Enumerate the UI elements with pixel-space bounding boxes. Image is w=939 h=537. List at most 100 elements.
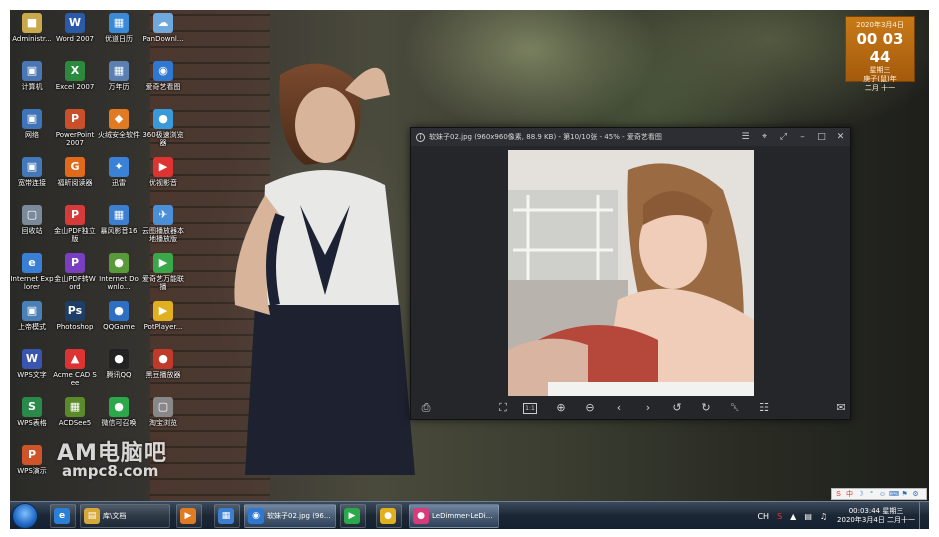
- desktop-icon[interactable]: P 金山PDF独立版: [53, 202, 97, 250]
- desktop-icon-label: 宽带连接: [18, 179, 46, 187]
- desktop-icon[interactable]: ◆ 火绒安全软件: [97, 106, 141, 154]
- desktop-icon[interactable]: W Word 2007: [53, 10, 97, 58]
- show-desktop-button[interactable]: [919, 502, 927, 529]
- thumbnails-icon[interactable]: ☷: [755, 399, 773, 417]
- desktop-icon-label: 金山PDF转Word: [54, 275, 96, 291]
- desktop-icon[interactable]: ● 360极速浏览器: [141, 106, 185, 154]
- app-icon: W: [22, 349, 42, 369]
- desktop-icon[interactable]: S WPS表格: [10, 394, 54, 442]
- app-icon: ▣: [22, 157, 42, 177]
- rotate-left-icon[interactable]: ↺: [668, 399, 686, 417]
- desktop-icon[interactable]: ▣ 网络: [10, 106, 54, 154]
- viewer-title: 软妹子02.jpg (960x960像素, 88.9 KB) - 第10/10张…: [429, 133, 662, 141]
- desktop-icon[interactable]: ▦ 万年历: [97, 58, 141, 106]
- taskbar-button[interactable]: e: [50, 504, 76, 528]
- desktop-icon-label: ACDSee5: [58, 419, 92, 427]
- rotate-right-icon[interactable]: ↻: [697, 399, 715, 417]
- zoom-in-icon[interactable]: ⊕: [552, 399, 570, 417]
- taskbar-button[interactable]: ●: [376, 504, 402, 528]
- desktop-icon[interactable]: ● Internet Downlo...: [97, 250, 141, 298]
- show-hidden-icons-icon[interactable]: ▲: [790, 512, 796, 521]
- desktop-icon[interactable]: ▣ 计算机: [10, 58, 54, 106]
- desktop-icon-label: Administr...: [12, 35, 52, 43]
- app-icon: ●: [109, 253, 129, 273]
- desktop-icon[interactable]: ▣ 上帝模式: [10, 298, 54, 346]
- settings-icon[interactable]: ⚙: [911, 490, 920, 499]
- ime-toolbar[interactable]: S 中 ☽ ° ☺ ⌨ ⚑ ⚙: [831, 488, 927, 500]
- desktop-icon[interactable]: ▶ PotPlayer...: [141, 298, 185, 346]
- desktop-icon[interactable]: W WPS文字: [10, 346, 54, 394]
- app-icon: Ps: [65, 301, 85, 321]
- wallpaper-figure: [234, 63, 415, 475]
- app-icon: ▣: [22, 109, 42, 129]
- taskbar-button[interactable]: ▦: [214, 504, 240, 528]
- network-icon[interactable]: ▤: [804, 512, 812, 521]
- sogou-logo-icon[interactable]: S: [834, 490, 843, 499]
- desktop-icon[interactable]: ☁ PanDownl...: [141, 10, 185, 58]
- start-button[interactable]: [12, 503, 38, 529]
- skin-icon[interactable]: ⚑: [900, 490, 909, 499]
- desktop-icon[interactable]: ◉ 爱奇艺看图: [141, 58, 185, 106]
- language-indicator[interactable]: CH: [757, 512, 769, 521]
- desktop-icon[interactable]: ● 腾讯QQ: [97, 346, 141, 394]
- ime-tray-icon[interactable]: S: [777, 512, 782, 521]
- desktop-icon[interactable]: ■ Administr...: [10, 10, 54, 58]
- close-icon[interactable]: ✕: [831, 128, 850, 146]
- moon-icon[interactable]: ☽: [856, 490, 865, 499]
- taskbar-button[interactable]: ▶: [176, 504, 202, 528]
- app-icon: G: [65, 157, 85, 177]
- crop-icon[interactable]: ⛶: [494, 399, 512, 417]
- print-icon[interactable]: ⎙: [417, 399, 435, 417]
- desktop-icon-label: Word 2007: [55, 35, 95, 43]
- keyboard-icon[interactable]: ⌨: [889, 490, 899, 499]
- taskbar-button[interactable]: ◉ 软妹子02.jpg (96...: [244, 504, 336, 528]
- desktop-icon[interactable]: P 金山PDF转Word: [53, 250, 97, 298]
- app-icon: e: [22, 253, 42, 273]
- minimize-icon[interactable]: –: [793, 128, 812, 146]
- desktop-icon[interactable]: ▶ 优视影音: [141, 154, 185, 202]
- next-icon[interactable]: ›: [639, 399, 657, 417]
- desktop-icon[interactable]: ✦ 迅雷: [97, 154, 141, 202]
- fullscreen-icon[interactable]: ⤢: [774, 128, 793, 146]
- actual-size-icon[interactable]: 1:1: [523, 403, 537, 414]
- desktop-icon[interactable]: X Excel 2007: [53, 58, 97, 106]
- clock-gadget[interactable]: 2020年3月4日 00 03 44 星期三 庚子(鼠)年 二月 十一: [845, 16, 915, 92]
- punctuation-icon[interactable]: °: [867, 490, 876, 499]
- desktop-icon[interactable]: ▣ 宽带连接: [10, 154, 54, 202]
- app-icon: ◆: [109, 109, 129, 129]
- emoji-icon[interactable]: ☺: [878, 490, 887, 499]
- zoom-out-icon[interactable]: ⊖: [581, 399, 599, 417]
- desktop-icon[interactable]: ▶ 爱奇艺万能联播: [141, 250, 185, 298]
- tray-clock[interactable]: 00:03:44 星期三 2020年3月4日 二月十一: [837, 507, 915, 525]
- desktop: ■ Administr... W Word 2007 ▦ 优道日历 ☁ PanDownl...…: [10, 10, 929, 529]
- desktop-icon[interactable]: Ps Photoshop: [53, 298, 97, 346]
- desktop-icon[interactable]: e Internet Explorer: [10, 250, 54, 298]
- delete-icon[interactable]: ␡: [726, 399, 744, 417]
- taskbar-button-label: 库\文档: [103, 512, 127, 520]
- taskbar-button[interactable]: ▶: [340, 504, 366, 528]
- desktop-icon[interactable]: ● QQGame: [97, 298, 141, 346]
- desktop-icon[interactable]: ✈ 云图播放器本地播放版: [141, 202, 185, 250]
- menu-icon[interactable]: ☰: [736, 128, 755, 146]
- desktop-icon-label: PotPlayer...: [143, 323, 183, 331]
- previous-icon[interactable]: ‹: [610, 399, 628, 417]
- desktop-icon[interactable]: ● 黑豆播放器: [141, 346, 185, 394]
- taskbar-button[interactable]: ● LeDimmer-LeDi...: [409, 504, 499, 528]
- desktop-icon[interactable]: ▦ 优道日历: [97, 10, 141, 58]
- taskbar-button[interactable]: ▤ 库\文档: [80, 504, 170, 528]
- desktop-icon[interactable]: G 福昕阅读器: [53, 154, 97, 202]
- desktop-icon[interactable]: P WPS演示: [10, 442, 54, 490]
- desktop-icon[interactable]: ▢ 回收站: [10, 202, 54, 250]
- desktop-icon[interactable]: P PowerPoint 2007: [53, 106, 97, 154]
- maximize-icon[interactable]: □: [812, 128, 831, 146]
- volume-icon[interactable]: ♫: [820, 512, 827, 521]
- feedback-icon[interactable]: ✉: [832, 399, 850, 417]
- viewer-titlebar[interactable]: i 软妹子02.jpg (960x960像素, 88.9 KB) - 第10/1…: [411, 128, 850, 146]
- desktop-icon[interactable]: ▦ 暴风影音16: [97, 202, 141, 250]
- displayed-photo[interactable]: [508, 150, 754, 396]
- info-icon[interactable]: i: [416, 132, 425, 142]
- taskbar-button-label: 软妹子02.jpg (96...: [267, 512, 331, 520]
- pin-icon[interactable]: ⌖: [755, 128, 774, 146]
- desktop-icon[interactable]: ▲ Acme CAD See: [53, 346, 97, 394]
- chinese-mode-icon[interactable]: 中: [845, 490, 854, 499]
